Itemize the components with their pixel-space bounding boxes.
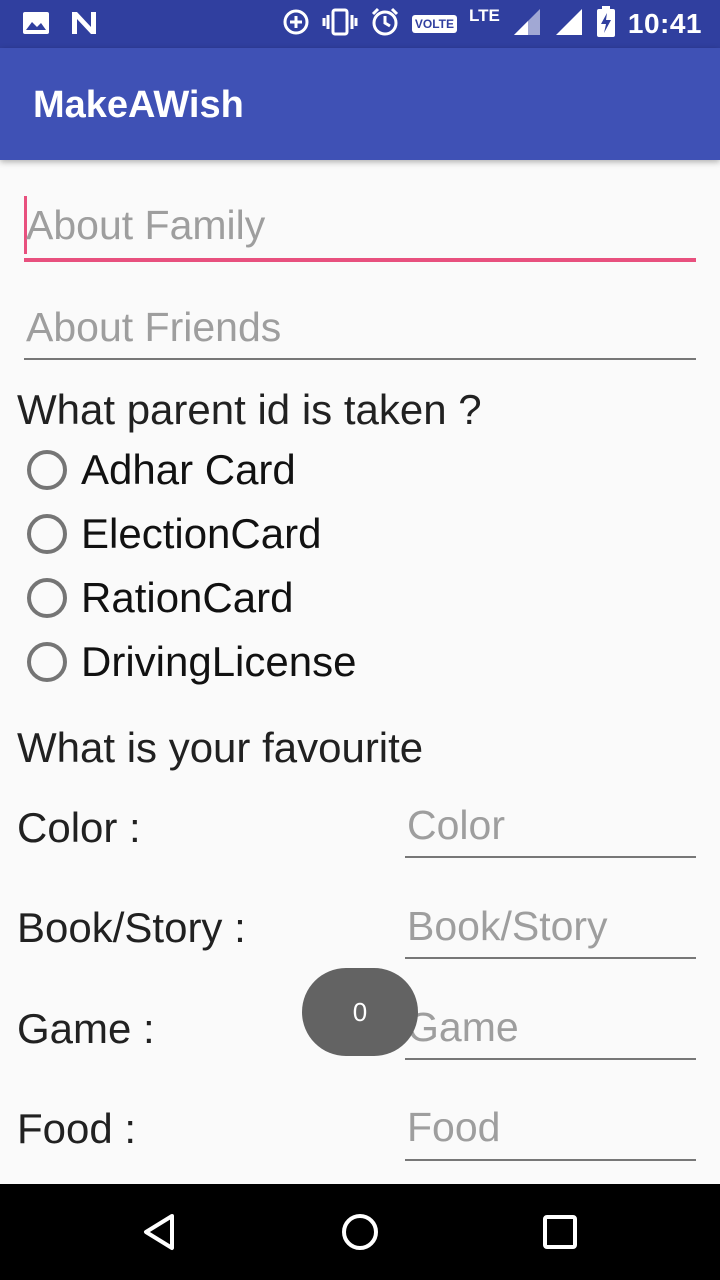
color-label: Color : — [17, 804, 141, 851]
clock: 10:41 — [627, 8, 702, 39]
radio-label: DrivingLicense — [81, 638, 357, 685]
data-saver-icon — [282, 8, 310, 41]
back-button[interactable] — [134, 1206, 186, 1258]
app-bar: MakeAWish — [0, 48, 720, 160]
favourite-heading: What is your favourite — [17, 724, 424, 771]
back-icon — [144, 1214, 174, 1250]
radio-label: RationCard — [81, 574, 294, 621]
radio-label: Adhar Card — [81, 446, 296, 493]
parent-id-question: What parent id is taken ? — [17, 386, 482, 433]
book-story-input[interactable]: Book/Story — [405, 890, 696, 959]
radio-circle-icon — [27, 642, 67, 682]
about-family-placeholder: About Family — [26, 202, 266, 248]
about-friends-input[interactable]: About Friends — [24, 290, 696, 360]
radio-ration-card[interactable]: RationCard — [27, 574, 293, 622]
radio-label: ElectionCard — [81, 510, 322, 557]
about-friends-placeholder: About Friends — [26, 304, 282, 350]
home-button[interactable] — [334, 1206, 386, 1258]
radio-circle-icon — [27, 514, 67, 554]
radio-circle-icon — [27, 578, 67, 618]
game-label: Game : — [17, 1005, 155, 1052]
status-bar: VOLTE LTE 10:41 — [0, 0, 720, 48]
game-input[interactable]: Game — [405, 991, 696, 1060]
image-icon — [22, 11, 50, 40]
radio-election-card[interactable]: ElectionCard — [27, 510, 321, 558]
signal-icon — [512, 7, 542, 42]
color-placeholder: Color — [407, 802, 505, 848]
volte-badge: VOLTE — [411, 15, 458, 33]
radio-circle-icon — [27, 450, 67, 490]
game-placeholder: Game — [407, 1004, 519, 1050]
lte-label: LTE — [469, 6, 500, 25]
about-family-input[interactable]: About Family — [24, 190, 696, 262]
navigation-bar — [0, 1184, 720, 1280]
color-input[interactable]: Color — [405, 790, 696, 858]
n-icon — [70, 10, 98, 41]
food-placeholder: Food — [407, 1104, 501, 1150]
app-title: MakeAWish — [33, 84, 244, 126]
recents-icon — [543, 1215, 577, 1249]
food-input[interactable]: Food — [405, 1091, 696, 1161]
signal-icon-2 — [554, 7, 584, 42]
book-story-placeholder: Book/Story — [407, 903, 608, 949]
food-label: Food : — [17, 1105, 137, 1152]
battery-charging-icon — [596, 5, 616, 43]
radio-driving-license[interactable]: DrivingLicense — [27, 638, 356, 686]
home-icon — [342, 1214, 378, 1250]
alarm-icon — [370, 7, 400, 42]
vibrate-icon — [322, 8, 358, 41]
book-story-label: Book/Story : — [17, 904, 246, 951]
recents-button[interactable] — [534, 1206, 586, 1258]
radio-adhar-card[interactable]: Adhar Card — [27, 446, 296, 494]
toast-message: 0 — [302, 968, 418, 1056]
